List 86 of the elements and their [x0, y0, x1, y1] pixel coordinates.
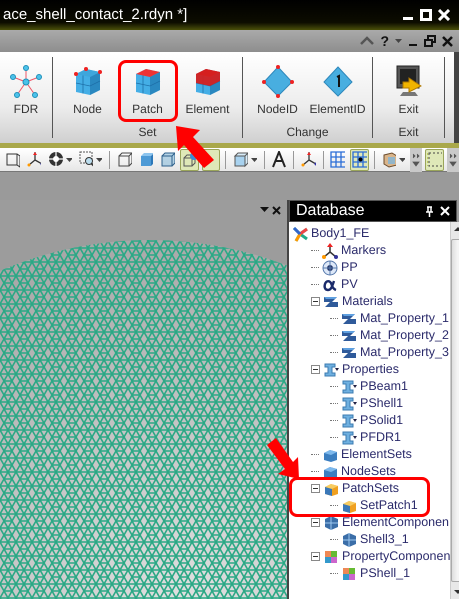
- help-button[interactable]: ?: [380, 30, 389, 52]
- zoom-icon: [78, 151, 94, 168]
- tree-item[interactable]: PropertyComponen: [342, 548, 450, 565]
- expander-icon[interactable]: [311, 365, 320, 374]
- box-icon: [382, 151, 396, 168]
- toolbar-button[interactable]: [425, 148, 444, 170]
- caret-icon[interactable]: [399, 158, 406, 162]
- tree-item[interactable]: Mat_Property_3: [360, 344, 449, 361]
- pointer-arrow: [174, 124, 216, 170]
- overflow-icon[interactable]: [410, 148, 422, 172]
- cube-icon: [233, 151, 248, 168]
- cube-icon: [341, 566, 357, 582]
- view-box-icon: [5, 151, 20, 168]
- tree-item[interactable]: PShell_1: [360, 565, 410, 582]
- axes-icon: [322, 242, 338, 258]
- dropdown-arrow-icon[interactable]: [260, 207, 269, 213]
- toolbar-button[interactable]: [350, 148, 369, 170]
- tree-item[interactable]: PBeam1: [360, 378, 408, 395]
- caret-icon[interactable]: [250, 158, 257, 162]
- beam-icon: [323, 362, 339, 378]
- nodeid-icon: [260, 64, 296, 100]
- caret-icon[interactable]: [66, 158, 72, 162]
- expander-icon[interactable]: [311, 484, 320, 493]
- tree-item[interactable]: Shell3_1: [360, 531, 409, 548]
- toolbar-button[interactable]: [269, 148, 288, 170]
- tree-item[interactable]: PatchSets: [342, 480, 399, 497]
- close-icon[interactable]: [272, 206, 281, 214]
- cube-icon: [323, 548, 339, 564]
- tree-item[interactable]: ElementSets: [341, 446, 412, 463]
- ribbon-button[interactable]: NodeID: [248, 60, 308, 122]
- grid-dot-icon: [352, 151, 367, 168]
- tree-item[interactable]: PShell1: [360, 395, 404, 412]
- ribbon-button[interactable]: ElementID: [308, 60, 368, 122]
- grid-icon: [330, 151, 346, 168]
- pin-icon[interactable]: [425, 206, 434, 216]
- group-label: Set: [137, 124, 158, 141]
- ribbon-button[interactable]: Exit: [378, 60, 438, 122]
- beam-icon: [341, 378, 357, 394]
- caret-icon[interactable]: [96, 158, 102, 162]
- transparent-cube-icon: [160, 151, 175, 168]
- axes-icon: [300, 151, 316, 168]
- tree-item[interactable]: Materials: [342, 293, 393, 310]
- close-icon[interactable]: [442, 36, 453, 46]
- tree-item[interactable]: PSolid1: [360, 412, 404, 429]
- beam-icon: [341, 396, 357, 412]
- solid-cube-icon: [138, 151, 154, 168]
- beam-icon: [341, 412, 357, 428]
- tree-item[interactable]: SetPatch1: [360, 497, 418, 514]
- wireframe-cube-icon: [116, 151, 132, 168]
- restore-icon[interactable]: [424, 35, 436, 47]
- ribbon-button[interactable]: FDR: [0, 60, 52, 122]
- cube-icon: [341, 532, 357, 548]
- cube-sphere-icon: [182, 151, 197, 168]
- overflow-icon[interactable]: [446, 148, 459, 172]
- ribbon-button[interactable]: Patch: [118, 60, 178, 122]
- selection-icon: [427, 151, 442, 168]
- beam-icon: [341, 430, 357, 446]
- tree-item[interactable]: Properties: [342, 361, 399, 378]
- group-label: Exit: [397, 124, 420, 141]
- tree-item[interactable]: PP: [341, 259, 358, 276]
- cube-icon: [323, 514, 339, 530]
- expander-icon[interactable]: [311, 552, 320, 561]
- point-icon: [322, 260, 338, 276]
- fdr-icon: [8, 64, 44, 100]
- tree-item[interactable]: NodeSets: [341, 463, 396, 480]
- maximize-icon[interactable]: [420, 9, 432, 21]
- tree-item[interactable]: ElementComponen: [342, 514, 450, 531]
- body-icon: [292, 226, 308, 242]
- font-icon: [271, 151, 286, 168]
- tree-item[interactable]: Markers: [341, 242, 386, 259]
- ribbon-button[interactable]: Element: [178, 60, 238, 122]
- tree-item[interactable]: Mat_Property_2: [360, 327, 449, 344]
- tree-item[interactable]: PFDR1: [360, 429, 401, 446]
- expander-icon[interactable]: [311, 518, 320, 527]
- expander-icon[interactable]: [311, 297, 320, 306]
- group-label: Change: [285, 124, 330, 141]
- tree-item[interactable]: PV: [341, 276, 358, 293]
- tree-item[interactable]: Body1_FE: [311, 225, 370, 242]
- ribbon-button[interactable]: Node: [58, 60, 118, 122]
- tree-item[interactable]: Mat_Property_1: [360, 310, 449, 327]
- collapse-ribbon-icon[interactable]: [360, 36, 374, 46]
- caret-icon[interactable]: [395, 38, 402, 44]
- axes-icon: [26, 151, 42, 168]
- window-title: ace_shell_contact_2.rdyn *]: [3, 5, 188, 25]
- panel-title: Database: [296, 201, 364, 221]
- crosshair-icon: [48, 151, 63, 168]
